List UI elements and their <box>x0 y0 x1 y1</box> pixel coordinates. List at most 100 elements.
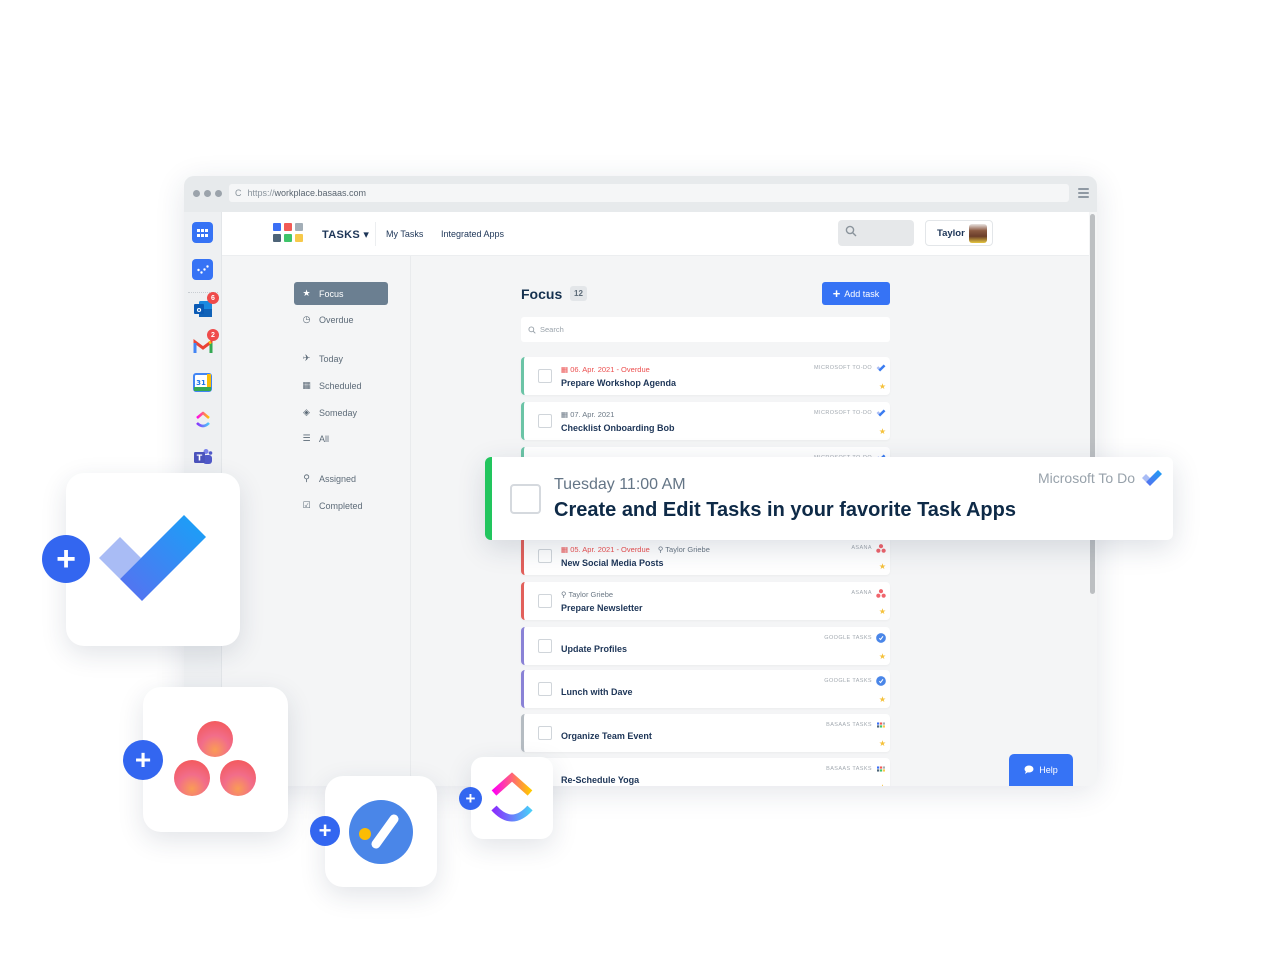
filter-all[interactable]: ☰ All <box>294 427 388 450</box>
pin-icon: ✈ <box>302 353 311 363</box>
reload-icon[interactable]: C <box>235 188 242 198</box>
star-icon: ★ <box>302 288 311 298</box>
add-asana-button[interactable]: + <box>123 740 163 780</box>
task-checkbox[interactable] <box>538 594 552 608</box>
filter-focus[interactable]: ★ Focus <box>294 282 388 305</box>
task-row[interactable]: Organize Team Event BASAAS TASKS ★ <box>521 714 890 752</box>
basaas-logo[interactable] <box>273 223 303 242</box>
assignee-name: Taylor Griebe <box>568 590 614 599</box>
plus-icon: + <box>134 744 152 775</box>
teams-icon[interactable]: T <box>192 446 213 467</box>
window-dot[interactable] <box>215 190 222 197</box>
logo-square <box>284 223 292 231</box>
due-date-text: 06. Apr. 2021 - Overdue <box>570 365 650 374</box>
star-icon[interactable]: ★ <box>879 739 886 748</box>
window-dot[interactable] <box>193 190 200 197</box>
task-source: MICROSOFT TO-DO <box>814 365 872 371</box>
task-source: ASANA <box>851 545 872 551</box>
gmail-badge: 2 <box>207 329 219 341</box>
page-title: Focus <box>521 286 563 302</box>
task-source: BASAAS TASKS <box>826 766 872 772</box>
google-calendar-icon[interactable]: 31 <box>192 372 213 393</box>
task-search-input[interactable]: Search <box>521 317 890 342</box>
task-source: Microsoft To Do <box>1038 470 1135 486</box>
add-task-button[interactable]: + Add task <box>822 282 890 305</box>
global-search[interactable] <box>838 220 914 246</box>
due-date-text: 05. Apr. 2021 - Overdue <box>570 545 650 554</box>
microsoft-todo-icon <box>99 515 206 601</box>
filter-overdue[interactable]: ◷ Overdue <box>294 308 388 331</box>
star-icon[interactable]: ★ <box>879 783 886 786</box>
add-google-tasks-button[interactable]: + <box>310 816 340 846</box>
task-count-badge: 12 <box>570 286 587 301</box>
star-icon[interactable]: ★ <box>879 427 886 436</box>
task-assignee: ⚲ Taylor Griebe <box>658 545 710 554</box>
filter-label: Overdue <box>319 314 354 325</box>
star-icon[interactable]: ★ <box>879 652 886 661</box>
task-row[interactable]: Re-Schedule Yoga BASAAS TASKS ★ <box>521 758 890 786</box>
star-icon[interactable]: ★ <box>879 695 886 704</box>
google-tasks-tile[interactable] <box>325 776 437 887</box>
task-row[interactable]: ▦ 07. Apr. 2021 Checklist Onboarding Bob M… <box>521 402 890 440</box>
help-button[interactable]: Help <box>1009 754 1073 786</box>
microsoft-todo-icon <box>1141 469 1163 492</box>
task-checkbox[interactable] <box>538 549 552 563</box>
task-checkbox[interactable] <box>510 484 541 514</box>
help-label: Help <box>1039 765 1058 775</box>
task-checkbox[interactable] <box>538 682 552 696</box>
microsoft-todo-tile[interactable] <box>66 473 240 646</box>
filter-assigned[interactable]: ⚲ Assigned <box>294 467 388 490</box>
tasks-app-icon[interactable] <box>192 259 213 280</box>
filter-someday[interactable]: ◈ Someday <box>294 401 388 424</box>
outlook-icon[interactable]: o 6 <box>192 292 219 319</box>
add-microsoft-todo-button[interactable]: + <box>42 535 90 583</box>
filter-scheduled[interactable]: ▦ Scheduled <box>294 374 388 397</box>
star-icon[interactable]: ★ <box>879 607 886 616</box>
address-bar[interactable]: Chttps://workplace.basaas.com <box>229 184 1069 202</box>
add-clickup-button[interactable]: + <box>459 787 482 810</box>
nav-my-tasks[interactable]: My Tasks <box>386 229 423 239</box>
task-row[interactable]: ▦ 05. Apr. 2021 - Overdue ⚲ Taylor Griebe… <box>521 537 890 575</box>
nav-integrated-apps[interactable]: Integrated Apps <box>441 229 504 239</box>
task-row[interactable]: Lunch with Dave GOOGLE TASKS ★ <box>521 670 890 708</box>
user-menu[interactable]: Taylor <box>925 220 993 246</box>
url-scheme: https:// <box>247 188 275 198</box>
asana-icon <box>876 543 886 553</box>
task-title: Re-Schedule Yoga <box>561 775 640 785</box>
task-checkbox[interactable] <box>538 369 552 383</box>
svg-text:31: 31 <box>196 379 206 387</box>
task-due-date: ▦ 05. Apr. 2021 - Overdue <box>561 545 650 554</box>
task-checkbox[interactable] <box>538 639 552 653</box>
layers-icon: ◈ <box>303 407 310 417</box>
browser-menu-icon[interactable] <box>1078 188 1089 200</box>
star-icon[interactable]: ★ <box>879 382 886 391</box>
asana-tile[interactable] <box>143 687 288 832</box>
gmail-icon[interactable]: 2 <box>192 329 219 356</box>
task-checkbox[interactable] <box>538 726 552 740</box>
asana-icon <box>876 588 886 598</box>
svg-text:T: T <box>196 453 202 462</box>
task-checkbox[interactable] <box>538 414 552 428</box>
star-icon[interactable]: ★ <box>879 562 886 571</box>
task-title: Organize Team Event <box>561 731 652 741</box>
user-icon: ⚲ <box>303 473 310 483</box>
task-title: Prepare Workshop Agenda <box>561 378 677 388</box>
google-tasks-icon <box>349 800 413 864</box>
window-dot[interactable] <box>204 190 211 197</box>
clickup-tile[interactable] <box>471 757 553 839</box>
task-source: GOOGLE TASKS <box>824 635 872 641</box>
plus-icon: + <box>832 286 841 301</box>
filter-today[interactable]: ✈ Today <box>294 347 388 370</box>
task-row[interactable]: ⚲ Taylor Griebe Prepare Newsletter ASANA ★ <box>521 582 890 620</box>
highlighted-task-card[interactable]: Tuesday 11:00 AM Create and Edit Tasks i… <box>485 457 1173 540</box>
filter-completed[interactable]: ☑ Completed <box>294 494 388 517</box>
add-task-label: Add task <box>844 288 880 299</box>
task-row[interactable]: ▦ 06. Apr. 2021 - Overdue Prepare Worksho… <box>521 357 890 395</box>
app-switcher[interactable]: TASKS ▾ <box>322 228 369 241</box>
task-title: Prepare Newsletter <box>561 603 643 613</box>
clickup-icon[interactable] <box>192 409 213 430</box>
task-source: MICROSOFT TO-DO <box>814 410 872 416</box>
task-row[interactable]: Update Profiles GOOGLE TASKS ★ <box>521 627 890 665</box>
chat-icon <box>1024 765 1034 776</box>
app-launcher-icon[interactable] <box>192 222 213 243</box>
